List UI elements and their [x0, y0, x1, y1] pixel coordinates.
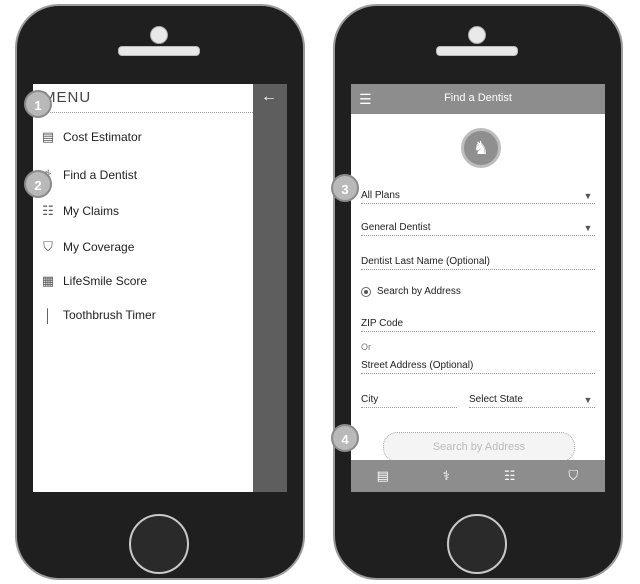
menu-title: MENU — [33, 84, 253, 113]
menu-item-toothbrush-timer[interactable]: │ Toothbrush Timer — [33, 304, 253, 326]
menu-item-my-claims[interactable]: ☷ My Claims — [33, 200, 253, 222]
street-placeholder: Street Address (Optional) — [361, 360, 474, 371]
callout-badge-2: 2 — [24, 170, 52, 198]
search-by-address-button[interactable]: Search by Address — [383, 432, 575, 462]
right-phone: ☰ Find a Dentist ♞ All Plans ▼ General D… — [333, 4, 623, 580]
speaker — [118, 46, 200, 56]
search-by-address-radio[interactable]: Search by Address — [361, 286, 461, 297]
radio-icon — [361, 286, 371, 297]
menu-item-label: Toothbrush Timer — [63, 308, 156, 322]
menu-item-cost-estimator[interactable]: ▤ Cost Estimator — [33, 126, 253, 148]
city-placeholder: City — [361, 394, 379, 405]
speaker — [436, 46, 518, 56]
claims-icon: ☷ — [42, 203, 54, 218]
specialty-select-value: General Dentist — [361, 222, 431, 233]
menu-item-find-a-dentist[interactable]: ⚕ Find a Dentist — [33, 164, 253, 186]
chevron-down-icon: ▼ — [583, 223, 593, 233]
camera — [150, 26, 168, 44]
menu-item-lifesmile-score[interactable]: ▦ LifeSmile Score — [33, 270, 253, 292]
city-field[interactable]: City — [361, 388, 457, 408]
tooth-icon: ♞ — [461, 128, 501, 168]
callout-badge-3: 3 — [331, 174, 359, 202]
left-phone: MENU ▤ Cost Estimator ⚕ Find a Dentist ☷… — [15, 4, 305, 580]
dentist-last-name-field[interactable]: Dentist Last Name (Optional) — [361, 250, 595, 270]
calculator-icon: ▤ — [41, 129, 55, 144]
state-select-value: Select State — [469, 394, 523, 405]
menu-item-label: My Claims — [63, 204, 119, 218]
score-icon: ▦ — [41, 273, 55, 288]
zip-placeholder: ZIP Code — [361, 318, 404, 329]
bottom-nav: ▤ ⚕ ☷ ⛉ — [351, 460, 605, 492]
dentist-icon[interactable]: ⚕ — [415, 460, 479, 492]
callout-badge-1: 1 — [24, 90, 52, 118]
menu-item-label: Cost Estimator — [63, 130, 142, 144]
plan-select-value: All Plans — [361, 190, 400, 201]
menu-item-label: My Coverage — [63, 240, 135, 254]
specialty-select[interactable]: General Dentist ▼ — [361, 216, 595, 236]
toothbrush-icon: │ — [43, 307, 53, 323]
home-button[interactable] — [129, 514, 189, 574]
plan-select[interactable]: All Plans ▼ — [361, 184, 595, 204]
last-name-placeholder: Dentist Last Name (Optional) — [361, 256, 490, 267]
search-by-address-label: Search by Address — [377, 286, 461, 297]
menu-dim-overlay[interactable]: ← — [253, 84, 287, 492]
menu-panel: MENU ▤ Cost Estimator ⚕ Find a Dentist ☷… — [33, 84, 253, 492]
claims-icon[interactable]: ☷ — [478, 460, 542, 492]
menu-item-label: LifeSmile Score — [63, 274, 148, 288]
menu-screen: MENU ▤ Cost Estimator ⚕ Find a Dentist ☷… — [33, 84, 287, 492]
camera — [468, 26, 486, 44]
home-button[interactable] — [447, 514, 507, 574]
chevron-down-icon: ▼ — [583, 395, 593, 405]
menu-item-my-coverage[interactable]: ⛉ My Coverage — [33, 236, 253, 258]
page-title: Find a Dentist — [444, 92, 512, 104]
callout-badge-4: 4 — [331, 424, 359, 452]
street-address-field[interactable]: Street Address (Optional) — [361, 354, 595, 374]
or-label: Or — [361, 342, 371, 352]
top-bar: ☰ Find a Dentist — [351, 84, 605, 114]
zip-code-field[interactable]: ZIP Code — [361, 312, 595, 332]
arrow-left-icon[interactable]: ← — [261, 88, 277, 106]
shield-icon: ⛉ — [43, 239, 53, 254]
find-dentist-screen: ☰ Find a Dentist ♞ All Plans ▼ General D… — [351, 84, 605, 492]
menu-item-label: Find a Dentist — [63, 168, 138, 182]
shield-icon[interactable]: ⛉ — [542, 460, 606, 492]
calculator-icon[interactable]: ▤ — [351, 460, 415, 492]
state-select[interactable]: Select State ▼ — [469, 388, 595, 408]
chevron-down-icon: ▼ — [583, 191, 593, 201]
